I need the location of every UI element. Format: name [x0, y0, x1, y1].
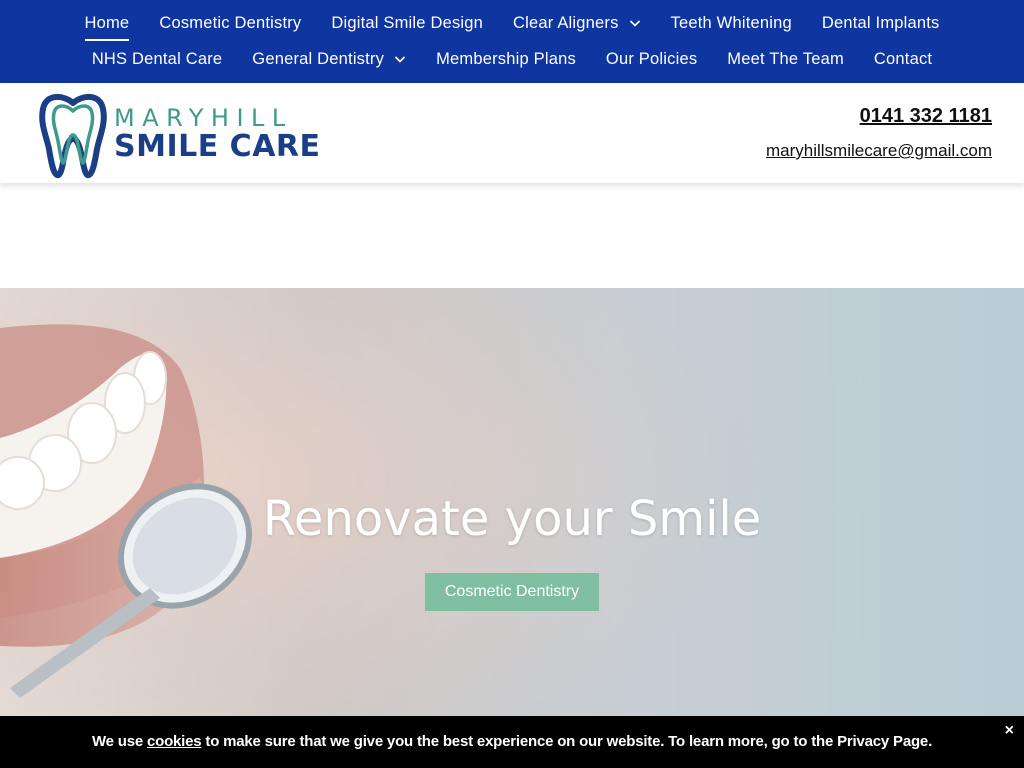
- nav-item-contact[interactable]: Contact: [874, 42, 932, 76]
- nav-item-clear-aligners[interactable]: Clear Aligners: [513, 6, 641, 40]
- nav-item-general-dentistry[interactable]: General Dentistry: [252, 42, 406, 76]
- cookie-banner: We use cookies to make sure that we give…: [0, 716, 1024, 768]
- phone-link[interactable]: 0141 332 1181: [766, 105, 992, 128]
- hero-title: Renovate your Smile: [262, 491, 762, 547]
- nav-item-label: Teeth Whitening: [670, 14, 792, 32]
- nav-item-teeth-whitening[interactable]: Teeth Whitening: [671, 6, 792, 40]
- nav-item-label: Meet The Team: [727, 50, 844, 68]
- nav-item-label: NHS Dental Care: [91, 50, 223, 68]
- close-icon[interactable]: ×: [1005, 722, 1014, 740]
- logo-line-1: MARYHILL: [114, 104, 293, 132]
- email-link[interactable]: maryhillsmilecare@gmail.com: [766, 141, 992, 161]
- cookie-text-before: We use: [91, 733, 147, 750]
- nav-item-label: Clear Aligners: [513, 14, 619, 32]
- logo-line-2: SMILE CARE: [114, 129, 321, 164]
- nav-row-2: NHS Dental Care General Dentistry Member…: [0, 42, 1024, 76]
- logo-wordmark: MARYHILL SMILE CARE: [114, 105, 321, 163]
- cookies-link[interactable]: cookies: [147, 733, 202, 750]
- nav-item-nhs-dental-care[interactable]: NHS Dental Care: [92, 42, 222, 76]
- nav-item-meet-the-team[interactable]: Meet The Team: [727, 42, 844, 76]
- nav-item-digital-smile-design[interactable]: Digital Smile Design: [331, 6, 483, 40]
- nav-item-label: Contact: [873, 50, 933, 68]
- tooth-logo-icon: [39, 94, 107, 178]
- top-navigation: Home Cosmetic Dentistry Digital Smile De…: [0, 0, 1024, 83]
- nav-item-membership-plans[interactable]: Membership Plans: [436, 42, 576, 76]
- nav-item-cosmetic-dentistry[interactable]: Cosmetic Dentistry: [159, 6, 301, 40]
- chevron-down-icon: [394, 53, 406, 65]
- nav-item-label: Digital Smile Design: [331, 14, 484, 32]
- nav-row-1: Home Cosmetic Dentistry Digital Smile De…: [0, 6, 1024, 41]
- nav-item-label: Home: [84, 14, 130, 32]
- nav-item-label: Membership Plans: [436, 50, 576, 68]
- header-contact: 0141 332 1181 maryhillsmilecare@gmail.co…: [766, 83, 992, 183]
- cosmetic-dentistry-button[interactable]: Cosmetic Dentistry: [425, 573, 599, 611]
- nav-item-label: General Dentistry: [252, 50, 385, 68]
- site-logo[interactable]: MARYHILL SMILE CARE: [38, 89, 328, 179]
- site-header: MARYHILL SMILE CARE 0141 332 1181 maryhi…: [0, 83, 1024, 183]
- nav-item-our-policies[interactable]: Our Policies: [606, 42, 697, 76]
- cookie-text-after: to make sure that we give you the best e…: [201, 733, 933, 750]
- chevron-down-icon: [629, 17, 641, 29]
- nav-item-label: Our Policies: [605, 50, 698, 68]
- cookie-message: We use cookies to make sure that we give…: [0, 733, 1024, 750]
- hero-section: Renovate your Smile Cosmetic Dentistry: [0, 288, 1024, 768]
- nav-item-home[interactable]: Home: [84, 6, 130, 41]
- nav-item-dental-implants[interactable]: Dental Implants: [822, 6, 940, 40]
- nav-item-label: Cosmetic Dentistry: [159, 14, 302, 32]
- nav-item-label: Dental Implants: [821, 14, 940, 32]
